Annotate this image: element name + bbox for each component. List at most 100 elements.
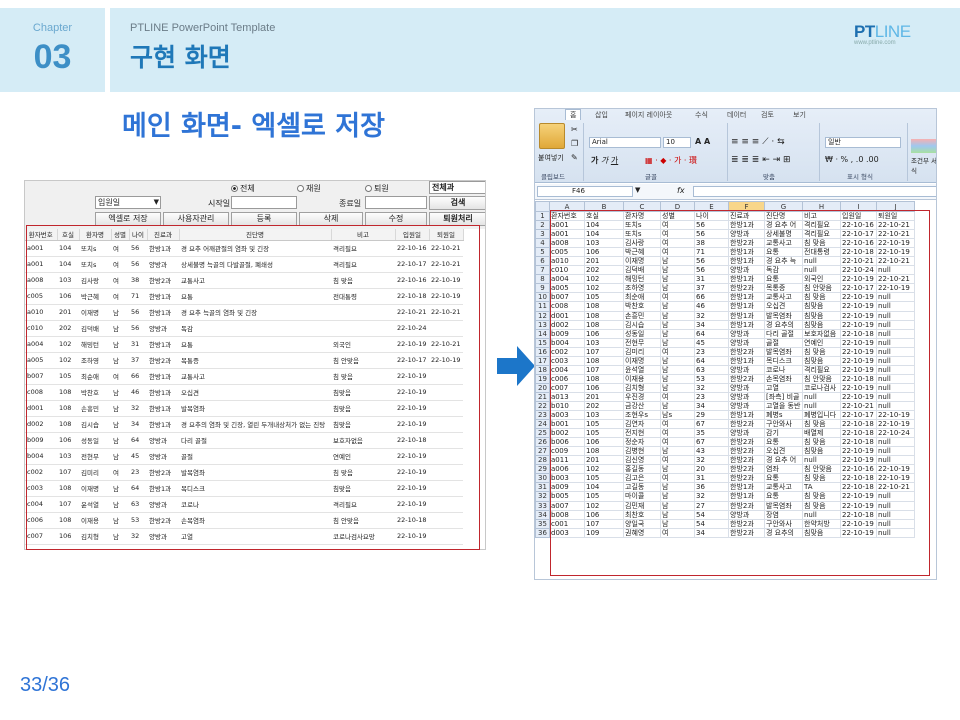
sheet-cell[interactable]: 31 — [694, 274, 729, 285]
sheet-cell[interactable]: 비고 — [802, 210, 841, 222]
sheet-cell[interactable]: 또치s — [623, 220, 661, 231]
table-row[interactable]: a008 103 김사랑 여 38 한방2과 교통사고 침 맞음 22-10-16 22-10-1… — [25, 272, 463, 289]
sheet-cell[interactable]: 107 — [584, 346, 624, 357]
sheet-cell[interactable]: 108 — [584, 319, 624, 330]
sheet-cell[interactable]: 여 — [660, 391, 695, 402]
table-row[interactable]: c006 108 이재용 남 53 한방2과 손목염좌 침 안맞음 22-10-18 — [25, 512, 463, 529]
sheet-cell[interactable]: 폐병입니다 — [802, 410, 841, 421]
sheet-cell[interactable]: 22-10-24 — [840, 265, 877, 276]
sheet-cell[interactable]: 한약처방 — [802, 518, 841, 529]
sheet-cell[interactable]: 22-10-19 — [840, 391, 877, 402]
sheet-cell[interactable]: 요통 — [764, 247, 803, 258]
sheet-cell[interactable]: 남 — [660, 301, 695, 312]
sheet-cell[interactable]: c004 — [549, 364, 585, 375]
sheet-cell[interactable]: 침 맞음 — [802, 473, 841, 484]
tab-formulas[interactable]: 수식 — [695, 110, 708, 120]
sheet-cell[interactable]: 한방2과 — [728, 455, 765, 466]
sheet-cell[interactable]: null — [876, 518, 915, 529]
sheet-cell[interactable]: a007 — [549, 500, 585, 511]
sheet-cell[interactable]: null — [802, 455, 841, 466]
sheet-cell[interactable]: 목디스크 — [764, 355, 803, 366]
row-number[interactable]: 31 — [535, 482, 550, 493]
sheet-cell[interactable]: 한방2과 — [728, 518, 765, 529]
column-letter[interactable]: H — [802, 201, 841, 212]
sheet-cell[interactable]: 한방1과 — [728, 491, 765, 502]
sheet-cell[interactable]: 박찬호 — [623, 301, 661, 312]
sheet-cell[interactable]: 김덕배 — [623, 265, 661, 276]
register-button[interactable]: 등록 — [231, 212, 297, 226]
sheet-cell[interactable]: 금강산 — [623, 400, 661, 412]
sheet-cell[interactable]: 양방과 — [728, 428, 765, 439]
sheet-cell[interactable]: 20 — [694, 464, 729, 475]
number-format-box[interactable]: 일반 — [825, 137, 901, 148]
sheet-cell[interactable]: 22-10-19 — [840, 346, 877, 357]
sheet-cell[interactable]: 22-10-19 — [840, 355, 877, 366]
sheet-cell[interactable]: 108 — [584, 373, 624, 384]
sheet-cell[interactable]: 22-10-17 — [840, 410, 877, 421]
column-header[interactable]: 비고 — [331, 229, 396, 241]
sheet-cell[interactable]: 코로나 — [764, 364, 803, 375]
sheet-cell[interactable]: 22-10-18 — [840, 509, 877, 520]
row-number[interactable]: 2 — [535, 220, 550, 231]
sheet-cell[interactable]: 43 — [694, 446, 729, 457]
sheet-cell[interactable]: 남 — [660, 337, 695, 348]
column-header[interactable]: 퇴원일 — [429, 229, 464, 241]
sheet-cell[interactable]: 여 — [660, 220, 695, 231]
sheet-cell[interactable]: 전대통령 — [802, 247, 841, 258]
sheet-cell[interactable]: 67 — [694, 419, 729, 430]
sheet-cell[interactable]: b003 — [549, 473, 585, 484]
tab-page-layout[interactable]: 페이지 레이아웃 — [625, 110, 672, 120]
sheet-cell[interactable]: c008 — [549, 301, 585, 312]
column-letter[interactable]: F — [728, 201, 765, 212]
sheet-cell[interactable]: null — [876, 265, 915, 276]
sheet-cell[interactable]: 염좌 — [764, 464, 803, 475]
sheet-cell[interactable]: 한방1과 — [728, 482, 765, 493]
sheet-cell[interactable]: 손흥민 — [623, 310, 661, 321]
sheet-cell[interactable]: 양방과 — [728, 364, 765, 375]
sheet-cell[interactable]: 54 — [694, 509, 729, 520]
sheet-cell[interactable]: 202 — [584, 400, 624, 412]
sheet-cell[interactable]: 22-10-18 — [840, 419, 877, 430]
sheet-cell[interactable]: 김민재 — [623, 500, 661, 511]
sheet-cell[interactable]: 106 — [584, 509, 624, 520]
sheet-cell[interactable]: 경 요추의 — [764, 319, 803, 330]
sheet-cell[interactable]: 양방과 — [728, 391, 765, 402]
sheet-cell[interactable]: 107 — [584, 518, 624, 529]
sheet-cell[interactable]: 22-10-19 — [840, 491, 877, 502]
sheet-cell[interactable]: 호실 — [584, 210, 624, 222]
row-number[interactable]: 25 — [535, 428, 550, 439]
column-header[interactable]: 호실 — [57, 229, 80, 241]
sheet-cell[interactable]: 34 — [694, 319, 729, 330]
row-number[interactable]: 34 — [535, 509, 550, 520]
sheet-cell[interactable]: 진단명 — [764, 210, 803, 222]
sheet-cell[interactable]: null — [876, 373, 915, 384]
sheet-cell[interactable]: 입원일 — [840, 210, 877, 222]
sheet-cell[interactable]: 37 — [694, 283, 729, 294]
column-letter[interactable]: J — [876, 201, 915, 212]
sheet-cell[interactable]: d002 — [549, 319, 585, 330]
column-header[interactable]: 환자명 — [79, 229, 112, 241]
sheet-cell[interactable]: 침 맞음 — [802, 437, 841, 448]
formula-input[interactable] — [693, 186, 936, 197]
sheet-cell[interactable]: 고열을 동반 — [764, 400, 803, 412]
sheet-cell[interactable]: null — [876, 355, 915, 366]
sheet-cell[interactable]: 22-10-21 — [876, 229, 915, 240]
sheet-cell[interactable]: 22-10-21 — [840, 400, 877, 412]
sheet-cell[interactable]: a009 — [549, 482, 585, 493]
sheet-cell[interactable]: 22-10-19 — [840, 274, 877, 285]
sheet-cell[interactable]: 한방1과 — [728, 274, 765, 285]
column-letter[interactable]: G — [764, 201, 803, 212]
sheet-cell[interactable]: a003 — [549, 410, 585, 421]
row-number[interactable]: 33 — [535, 500, 550, 511]
sheet-cell[interactable]: 침맞음 — [802, 301, 841, 312]
table-row[interactable]: a013201우진경여23양방과[좌측] 비골골절을 동반한 경골 몸통의 골절… — [25, 544, 463, 549]
sheet-cell[interactable]: c006 — [549, 373, 585, 384]
sheet-cell[interactable]: 46 — [694, 301, 729, 312]
sheet-cell[interactable]: null — [802, 509, 841, 520]
sheet-cell[interactable]: 56 — [694, 265, 729, 276]
sheet-cell[interactable]: 102 — [584, 464, 624, 475]
sheet-cell[interactable]: 45 — [694, 337, 729, 348]
sheet-cell[interactable]: 남 — [660, 518, 695, 529]
sheet-cell[interactable]: 107 — [584, 364, 624, 375]
sheet-cell[interactable]: 남 — [660, 482, 695, 493]
